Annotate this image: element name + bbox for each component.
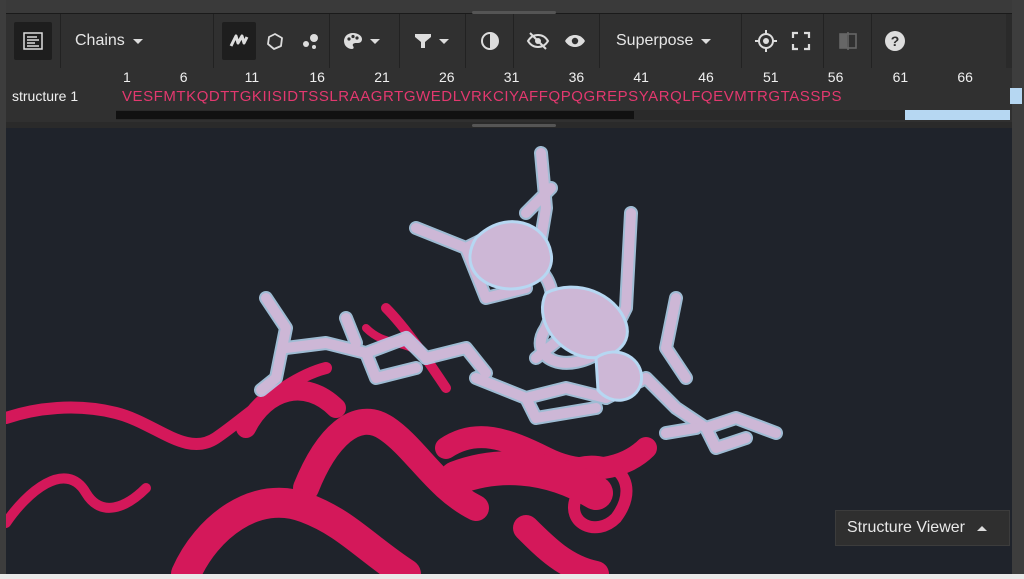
sequence-tick-46: 46 xyxy=(698,69,714,85)
visibility-group xyxy=(514,14,600,68)
sequence-tick-56: 56 xyxy=(827,69,844,85)
sequence-panel-button[interactable] xyxy=(14,22,52,60)
help-group: ? xyxy=(872,14,918,68)
sequence-selection-highlight xyxy=(1010,88,1022,104)
superpose-label: Superpose xyxy=(616,32,694,49)
structure-render xyxy=(6,146,783,574)
sequence-tick-66: 66 xyxy=(957,69,973,85)
structure-viewer-label: Structure Viewer xyxy=(847,519,965,536)
viewer-toolbar: Chains Superpose ? xyxy=(6,14,1006,68)
sequence-tick-1: 1 xyxy=(123,69,131,85)
filter-icon xyxy=(415,34,431,48)
structure-viewer-toggle[interactable]: Structure Viewer xyxy=(835,510,1010,546)
surface-icon xyxy=(267,33,283,50)
cartoon-button[interactable] xyxy=(222,22,256,60)
help-icon: ? xyxy=(885,31,905,51)
sequence-tick-16: 16 xyxy=(309,69,325,85)
sequence-tick-11: 11 xyxy=(244,69,260,85)
sequence-viewport-indicator[interactable] xyxy=(905,110,1010,120)
crosshair-icon xyxy=(755,30,778,52)
chains-group: Chains xyxy=(61,14,214,68)
sequence-tick-61: 61 xyxy=(892,69,909,85)
contrast-group xyxy=(466,14,514,68)
top-window-strip xyxy=(0,0,1024,14)
ball-and-stick-button[interactable] xyxy=(294,22,328,60)
ball-and-stick-icon xyxy=(303,34,318,49)
fullscreen-icon xyxy=(791,31,810,51)
hide-button[interactable] xyxy=(526,22,550,60)
sequence-panel-icon xyxy=(23,32,43,50)
focus-button[interactable] xyxy=(754,22,778,60)
color-group xyxy=(330,14,400,68)
chevron-down-icon xyxy=(370,38,380,44)
camera-group xyxy=(742,14,824,68)
eye-icon xyxy=(564,35,585,47)
sequence-tick-21: 21 xyxy=(374,69,390,85)
split-group xyxy=(824,14,872,68)
split-view-icon xyxy=(838,32,857,50)
structure-viewer-canvas[interactable] xyxy=(6,128,1012,574)
chains-dropdown[interactable]: Chains xyxy=(75,22,143,60)
svg-text:?: ? xyxy=(891,33,900,49)
chevron-down-icon xyxy=(132,38,143,44)
chevron-down-icon xyxy=(439,38,449,44)
fullscreen-button[interactable] xyxy=(791,22,811,60)
bottom-frame-edge xyxy=(0,574,1024,579)
sequence-scrollbar-thumb[interactable] xyxy=(116,111,634,119)
filter-group xyxy=(400,14,466,68)
sequence-toggle-group xyxy=(6,14,61,68)
sequence-tick-31: 31 xyxy=(503,69,520,85)
superpose-dropdown[interactable]: Superpose xyxy=(616,22,712,60)
sequence-residues[interactable]: VESFMTKQDTTGKIISIDTSSLRAAGRTGWEDLVRKCIYA… xyxy=(122,88,842,105)
surface-button[interactable] xyxy=(258,22,292,60)
superpose-group: Superpose xyxy=(600,14,742,68)
contrast-icon xyxy=(480,32,499,50)
sequence-tick-26: 26 xyxy=(439,69,455,85)
chains-label: Chains xyxy=(75,32,125,49)
sequence-tick-41: 41 xyxy=(633,69,649,85)
sequence-ruler: 1 6 11 16 21 26 31 36 41 46 51 56 61 66 xyxy=(123,69,1013,85)
color-scheme-dropdown[interactable] xyxy=(342,22,380,60)
eye-off-icon xyxy=(527,32,550,50)
sequence-tick-51: 51 xyxy=(763,69,779,85)
show-button[interactable] xyxy=(563,22,587,60)
chevron-up-icon xyxy=(976,525,987,531)
contrast-button[interactable] xyxy=(480,22,500,60)
palette-icon xyxy=(344,33,362,49)
filter-dropdown[interactable] xyxy=(413,22,449,60)
sequence-tick-36: 36 xyxy=(568,69,585,85)
right-frame-edge xyxy=(1012,0,1024,579)
sequence-tick-6: 6 xyxy=(179,69,188,85)
panel-resize-grip[interactable] xyxy=(472,124,556,127)
representation-group xyxy=(214,14,330,68)
cartoon-icon xyxy=(229,34,249,47)
split-view-button[interactable] xyxy=(838,22,858,60)
chevron-down-icon xyxy=(701,38,712,44)
sequence-row-label: structure 1 xyxy=(12,88,79,104)
help-button[interactable]: ? xyxy=(884,22,906,60)
